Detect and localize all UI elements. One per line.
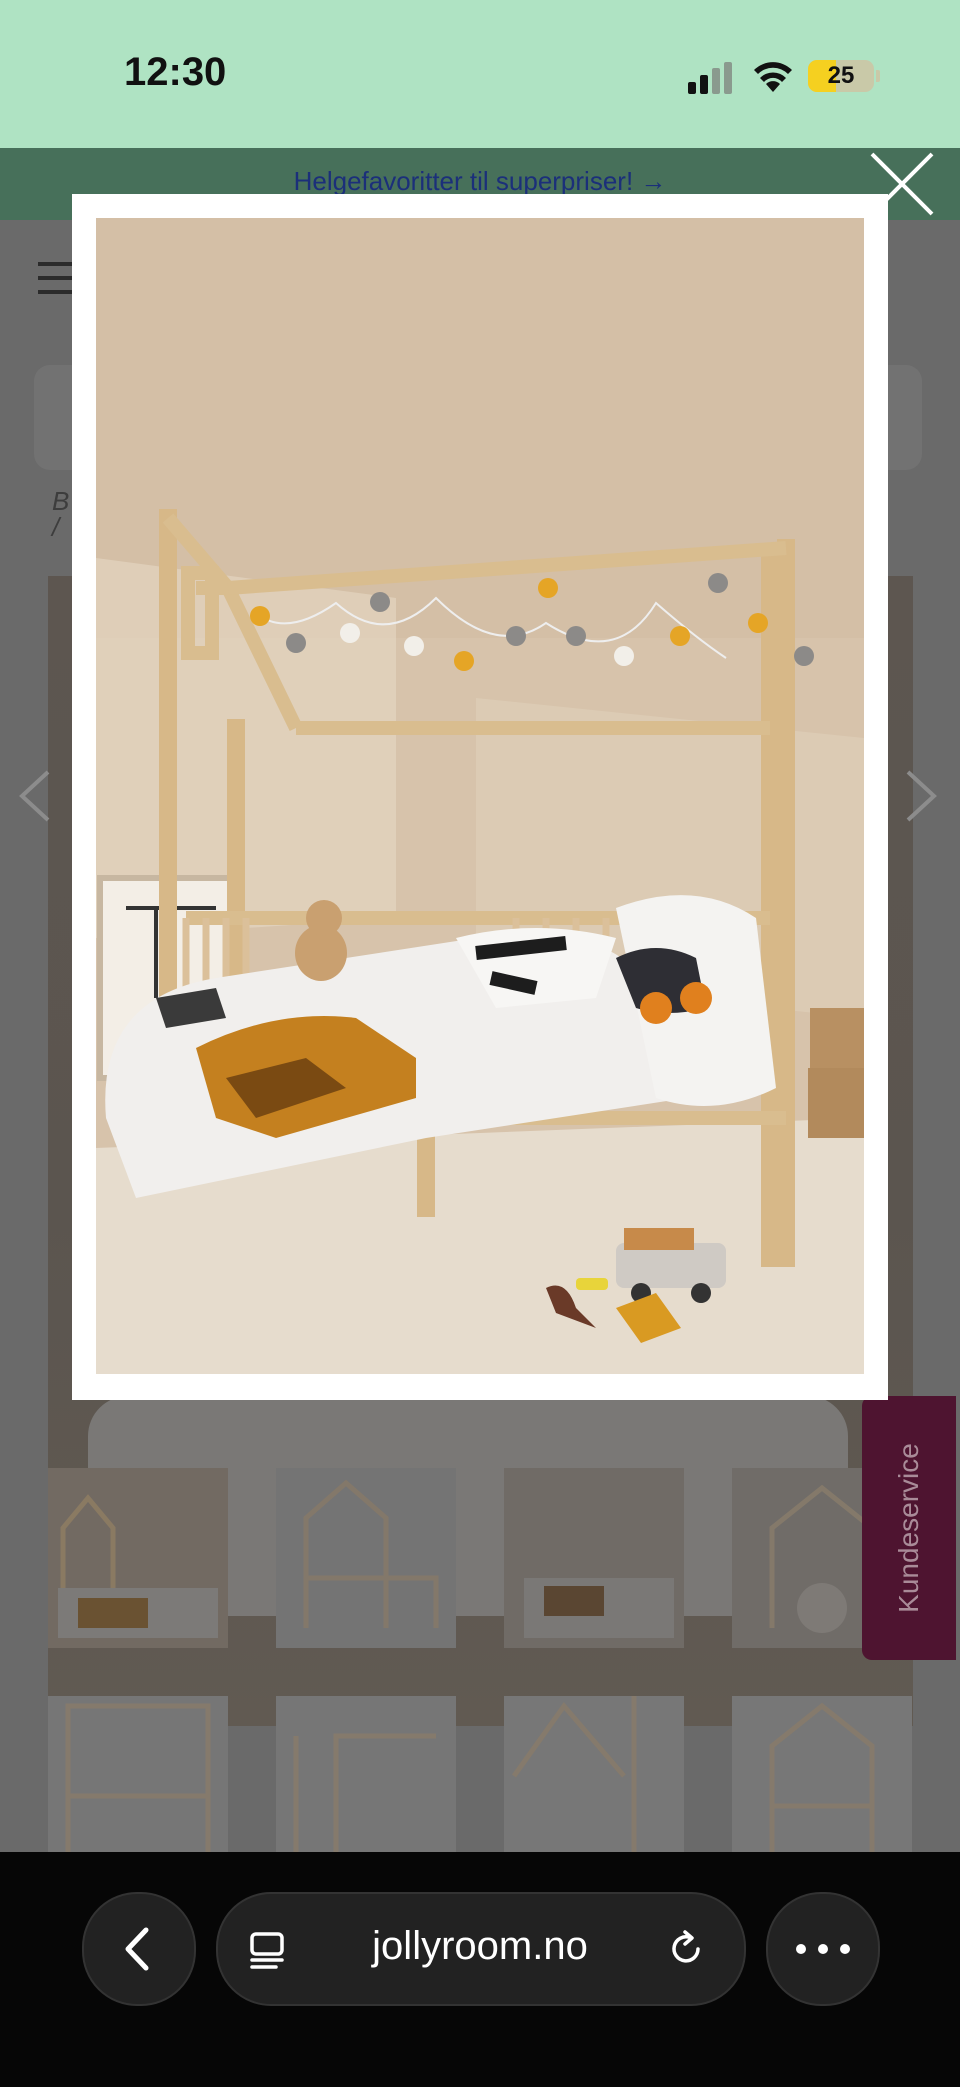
close-icon[interactable] <box>866 148 938 220</box>
lightbox-image <box>96 218 864 1374</box>
tabs-icon[interactable] <box>248 1930 288 1970</box>
battery-level: 25 <box>827 62 855 89</box>
chevron-left-icon[interactable] <box>18 768 52 824</box>
more-icon <box>796 1944 850 1954</box>
thumbnail[interactable] <box>48 1468 228 1648</box>
thumbnail[interactable] <box>276 1468 456 1648</box>
status-time: 12:30 <box>124 50 227 94</box>
signal-icon <box>688 62 732 94</box>
reload-icon[interactable] <box>666 1928 708 1970</box>
customer-service-tab[interactable]: Kundeservice <box>862 1396 956 1660</box>
back-icon <box>125 1927 149 1971</box>
thumbnail[interactable] <box>48 1696 228 1852</box>
battery-icon: 25 <box>808 60 880 92</box>
more-button[interactable] <box>766 1892 880 2006</box>
thumbnail[interactable] <box>504 1696 684 1852</box>
wifi-icon <box>754 62 792 92</box>
thumbnail[interactable] <box>504 1468 684 1648</box>
thumbnail[interactable] <box>276 1696 456 1852</box>
customer-service-label: Kundeservice <box>893 1443 924 1613</box>
promo-text[interactable]: Helgefavoritter til superpriser! → <box>0 166 960 197</box>
url-text[interactable]: jollyroom.no <box>360 1924 600 1969</box>
back-button[interactable] <box>82 1892 196 2006</box>
chevron-right-icon[interactable] <box>904 768 938 824</box>
breadcrumb: B / <box>52 486 70 542</box>
thumbnail[interactable] <box>732 1696 912 1852</box>
